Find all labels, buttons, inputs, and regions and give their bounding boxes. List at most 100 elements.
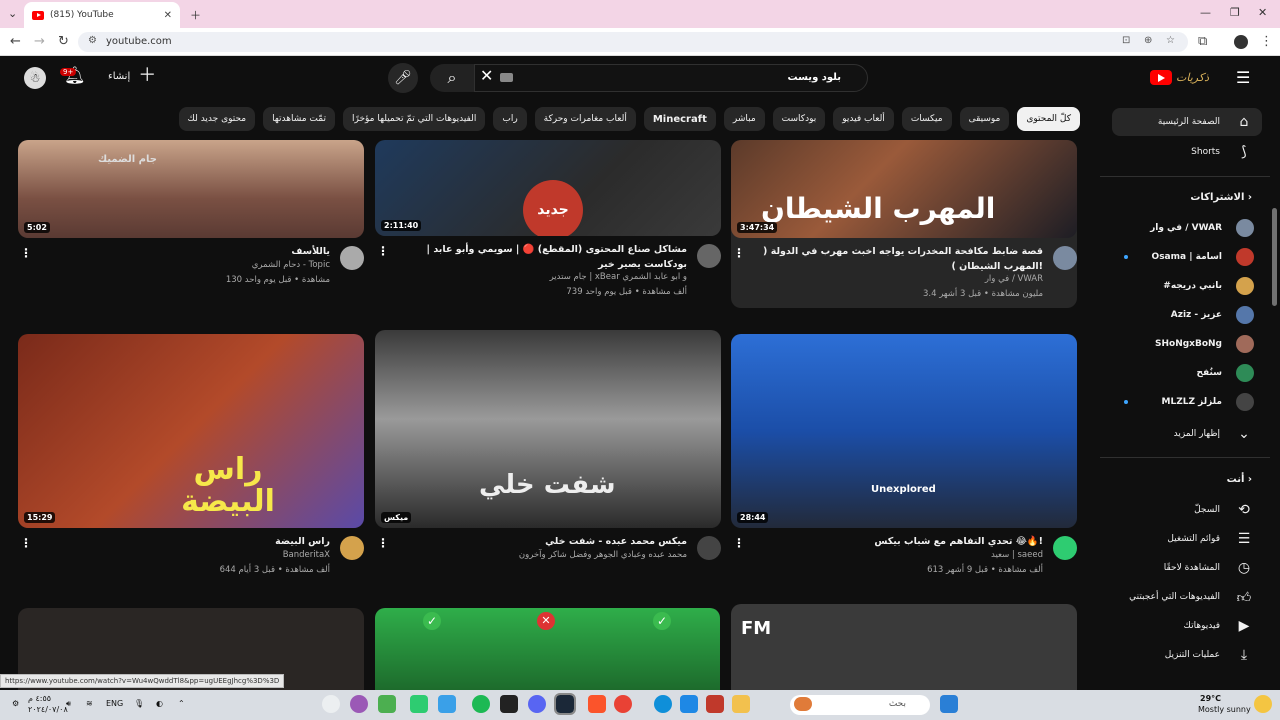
filter-chip[interactable]: ميكسات (901, 107, 952, 131)
video-title[interactable]: ميكس محمد عبده - شفت خلي (387, 534, 687, 549)
profile-avatar[interactable] (1234, 35, 1248, 49)
app-icon[interactable] (410, 695, 428, 713)
channel-avatar[interactable] (1053, 246, 1077, 270)
filter-chip[interactable]: راب (493, 107, 527, 131)
video-title[interactable]: تحدي التفاهم مع شباب بيكس 😂🔥! (743, 534, 1043, 549)
filter-chip[interactable]: كلّ المحتوى (1017, 107, 1080, 131)
tab-search-icon[interactable]: ⌄ (8, 7, 17, 20)
epic-games-icon[interactable] (500, 695, 518, 713)
wifi-icon[interactable]: ≋ (86, 699, 93, 708)
filter-chip[interactable]: ألعاب فيديو (833, 107, 894, 131)
app-icon[interactable] (350, 695, 368, 713)
new-tab-icon[interactable]: ＋ (190, 7, 201, 23)
subscription-item[interactable]: في وار / VWAR (1112, 214, 1262, 242)
app-icon[interactable] (438, 695, 456, 713)
channel-avatar[interactable] (340, 536, 364, 560)
edge-browser-icon[interactable] (654, 695, 672, 713)
sidebar-item-home[interactable]: الصفحة الرئيسية ⌂ (1112, 108, 1262, 136)
sidebar-item-you[interactable]: عمليات التنزيل ⤓ (1112, 641, 1262, 669)
video-title[interactable]: ياللأسف (30, 244, 330, 259)
youtube-logo[interactable]: ذكريات (1150, 70, 1209, 85)
subscription-item[interactable]: Osama | اسامة (1112, 243, 1262, 271)
video-title[interactable]: راس البيضة (30, 534, 330, 549)
video-card[interactable]: جديد 2:11:40 مشاكل صناع المحتوى (المقطع) 🔴… (375, 140, 721, 306)
menu-hamburger-icon[interactable]: ☰ (1236, 68, 1250, 87)
more-actions-icon[interactable]: ⋮ (377, 244, 389, 258)
subscription-item[interactable]: Aziz - عزيز (1112, 301, 1262, 329)
channel-name[interactable]: سعيد | saeed (743, 550, 1043, 560)
channel-name[interactable]: محمد عبده وعبادي الجوهر وفضل شاكر وآخرون (387, 550, 687, 560)
more-actions-icon[interactable]: ⋮ (733, 536, 745, 550)
video-card[interactable]: شفت خلي ميكس ميكس محمد عبده - شفت خلي محمد … (375, 330, 721, 598)
url-field[interactable]: ⚙ youtube.com ⊡ ⊕ ☆ (78, 32, 1188, 52)
tray-mic-icon[interactable]: 🎙︎ (134, 699, 144, 708)
chrome-icon[interactable] (614, 695, 632, 713)
channel-avatar[interactable] (1053, 536, 1077, 560)
subscriptions-heading[interactable]: الاشتراكات › (1112, 192, 1252, 203)
subscription-item[interactable]: MLZLZ ملزلز (1112, 388, 1262, 416)
more-actions-icon[interactable]: ⋮ (377, 536, 389, 550)
channel-avatar[interactable] (340, 246, 364, 270)
video-thumbnail[interactable]: راس البيضة 15:29 (18, 334, 364, 528)
create-button[interactable]: إنشاء ＋ (108, 67, 156, 85)
video-thumbnail[interactable]: Unexplored 28:44 (731, 334, 1077, 528)
filter-chip[interactable]: Minecraft (643, 107, 716, 131)
more-actions-icon[interactable]: ⋮ (20, 246, 32, 260)
extensions-icon[interactable]: ⧉ (1198, 34, 1207, 49)
close-tab-icon[interactable]: ✕ (164, 10, 172, 21)
keyboard-language[interactable]: ENG (106, 699, 123, 708)
subscription-item[interactable]: #بانبي دريجه (1112, 272, 1262, 300)
app-icon[interactable] (680, 695, 698, 713)
filter-chip[interactable]: مباشر (723, 107, 765, 131)
sidebar-item-shorts[interactable]: Shorts ⟆ (1112, 138, 1262, 166)
account-avatar[interactable]: ☃ (24, 67, 46, 89)
zoom-icon[interactable]: ⊕ (1144, 35, 1152, 46)
video-title[interactable]: مشاكل صناع المحتوى (المقطع) 🔴 | سويمي وأ… (387, 242, 687, 272)
video-card[interactable]: جام الضميك 5:02 ياللأسف دحام الشمري - Topic… (18, 140, 364, 308)
filter-chip[interactable]: ألعاب مغامرات وحركة (534, 107, 636, 131)
clear-search-icon[interactable]: ✕ (480, 66, 493, 85)
video-thumbnail[interactable]: جام الضميك 5:02 (18, 140, 364, 238)
channel-name[interactable]: BanderitaX (30, 550, 330, 560)
search-input[interactable]: بلود ويست (474, 64, 868, 92)
browser-menu-icon[interactable]: ⋮ (1260, 34, 1273, 49)
more-actions-icon[interactable]: ⋮ (733, 246, 745, 260)
video-thumbnail-partial[interactable]: FM (731, 604, 1077, 690)
filter-chip[interactable]: تمّت مشاهدتها (263, 107, 335, 131)
install-app-icon[interactable]: ⊡ (1122, 35, 1130, 46)
sidebar-item-you[interactable]: السجلّ ⟲ (1112, 496, 1262, 524)
channel-name[interactable]: في وار / VWAR (743, 274, 1043, 284)
channel-name[interactable]: جام ستدير | xBear و ابو عابد الشمري (387, 272, 687, 282)
browser-tab[interactable]: (815) YouTube ✕ (24, 2, 180, 28)
reload-icon[interactable]: ↻ (58, 34, 69, 49)
video-thumbnail[interactable]: شفت خلي ميكس (375, 330, 721, 528)
brave-icon[interactable] (588, 695, 606, 713)
sidebar-item-you[interactable]: المشاهدة لاحقًا ◷ (1112, 554, 1262, 582)
filter-chip[interactable]: محتوى جديد لك (178, 107, 256, 131)
filter-chip[interactable]: الفيديوهات التي تمّ تحميلها مؤخرًا (342, 107, 486, 131)
sidebar-scrollbar[interactable] (1272, 208, 1277, 306)
more-actions-icon[interactable]: ⋮ (20, 536, 32, 550)
back-icon[interactable]: ← (10, 34, 21, 49)
subscription-item[interactable]: سنُفح (1112, 359, 1262, 387)
video-thumbnail[interactable]: جديد 2:11:40 (375, 140, 721, 236)
settings-gear-icon[interactable]: ⚙ (12, 699, 19, 708)
start-windows-icon[interactable] (940, 695, 958, 713)
app-icon[interactable] (322, 695, 340, 713)
video-card[interactable]: Unexplored 28:44 تحدي التفاهم مع شباب بيكس… (731, 334, 1077, 598)
steam-icon[interactable] (554, 693, 576, 715)
subscription-item[interactable]: SHoNgxBoNg (1112, 330, 1262, 358)
search-button[interactable]: ⌕ (430, 64, 474, 92)
restore-icon[interactable]: ❐ (1230, 6, 1240, 19)
video-card[interactable]: راس البيضة 15:29 راس البيضة BanderitaX 644 أ… (18, 334, 364, 598)
video-card[interactable]: المهرب الشيطان 3:47:34 قصة ضابط مكافحة الم… (731, 140, 1077, 308)
site-info-icon[interactable]: ⚙ (88, 35, 97, 46)
sidebar-item-you[interactable]: قوائم التشغيل ☰ (1112, 525, 1262, 553)
bookmark-star-icon[interactable]: ☆ (1166, 35, 1175, 46)
tray-chevron-icon[interactable]: ⌃ (178, 699, 185, 708)
video-thumbnail[interactable]: المهرب الشيطان 3:47:34 (731, 140, 1077, 238)
weather-sun-icon[interactable] (1254, 695, 1272, 713)
filter-chip[interactable]: موسيقى (959, 107, 1010, 131)
channel-name[interactable]: دحام الشمري - Topic (30, 260, 330, 270)
filter-chip[interactable]: بودكاست (772, 107, 826, 131)
